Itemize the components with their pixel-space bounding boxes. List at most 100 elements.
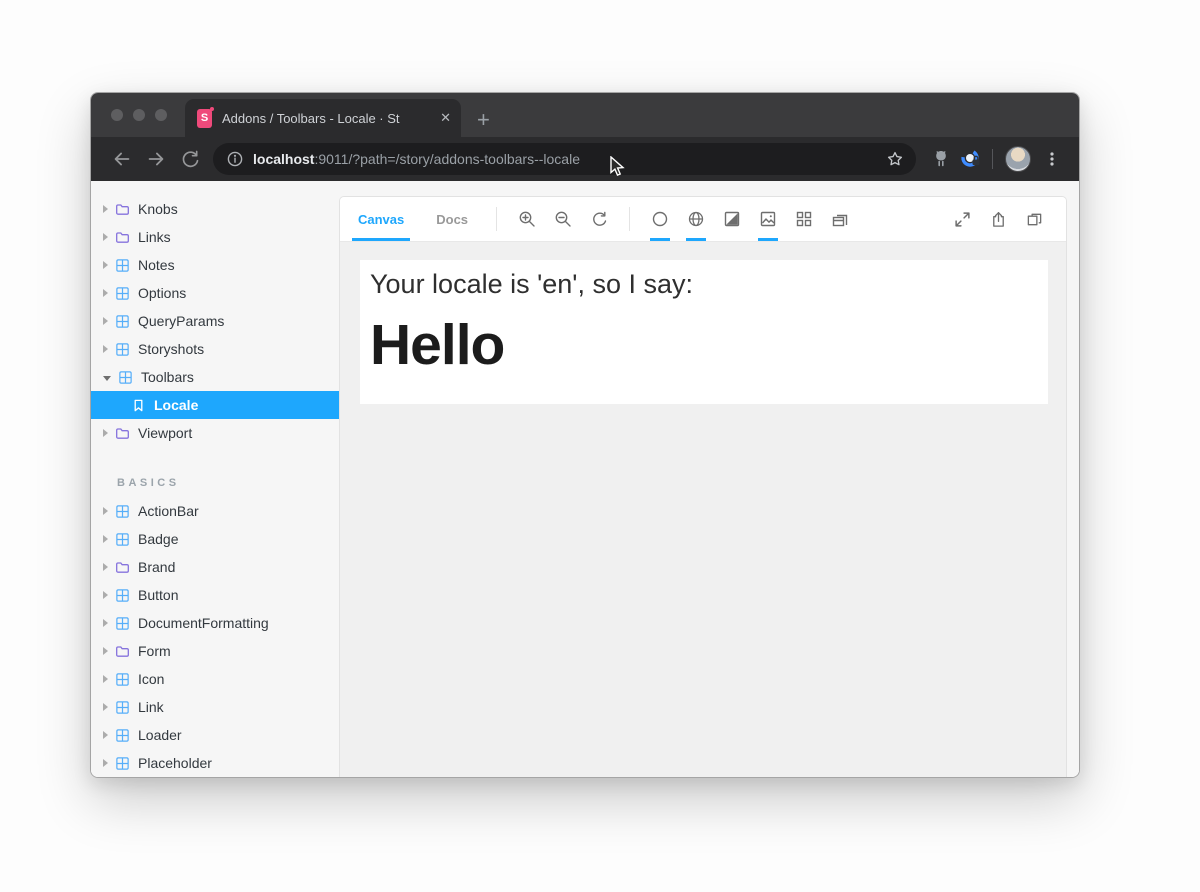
- caret-right-icon[interactable]: [103, 261, 108, 269]
- folder-icon: [115, 560, 130, 575]
- sidebar-item-options[interactable]: Options: [91, 279, 339, 307]
- component-icon: [115, 756, 130, 771]
- browser-menu-icon[interactable]: [1037, 144, 1067, 174]
- component-icon: [115, 258, 130, 273]
- component-icon: [115, 588, 130, 603]
- caret-right-icon[interactable]: [103, 759, 108, 767]
- component-icon: [118, 370, 133, 385]
- sidebar-item-loader[interactable]: Loader: [91, 721, 339, 749]
- tab-title: Addons / Toolbars - Locale · St: [222, 111, 434, 126]
- circle-tool-button[interactable]: [642, 197, 678, 241]
- storybook-app: Knobs Links Notes Options: [91, 181, 1079, 778]
- sidebar-item-storyshots[interactable]: Storyshots: [91, 335, 339, 363]
- close-window-button[interactable]: [111, 109, 123, 121]
- zoom-out-button[interactable]: [545, 197, 581, 241]
- profile-avatar[interactable]: [1005, 146, 1031, 172]
- folder-icon: [115, 644, 130, 659]
- sidebar-item-button[interactable]: Button: [91, 581, 339, 609]
- sidebar-item-queryparams[interactable]: QueryParams: [91, 307, 339, 335]
- caret-right-icon[interactable]: [103, 345, 108, 353]
- grid-toggle-button[interactable]: [786, 197, 822, 241]
- mouse-cursor: [608, 156, 628, 178]
- caret-right-icon[interactable]: [103, 675, 108, 683]
- globe-locale-button[interactable]: [678, 197, 714, 241]
- sidebar-item-icon[interactable]: Icon: [91, 665, 339, 693]
- caret-right-icon[interactable]: [103, 317, 108, 325]
- component-icon: [115, 700, 130, 715]
- browser-window: S Addons / Toolbars - Locale · St ✕ + lo…: [90, 92, 1080, 778]
- bookmark-star-icon[interactable]: [886, 150, 904, 168]
- share-button[interactable]: [980, 197, 1016, 241]
- folder-icon: [115, 426, 130, 441]
- new-tab-button[interactable]: +: [477, 109, 490, 131]
- caret-right-icon[interactable]: [103, 731, 108, 739]
- sidebar-item-brand[interactable]: Brand: [91, 553, 339, 581]
- sidebar-item-locale[interactable]: Locale: [91, 391, 339, 419]
- sidebar-item-actionbar[interactable]: ActionBar: [91, 497, 339, 525]
- address-bar[interactable]: localhost:9011/?path=/story/addons-toolb…: [213, 143, 916, 175]
- minimize-window-button[interactable]: [133, 109, 145, 121]
- story-frame: Your locale is 'en', so I say: Hello: [360, 260, 1048, 404]
- tab-docs[interactable]: Docs: [420, 197, 484, 241]
- caret-right-icon[interactable]: [103, 289, 108, 297]
- toolbar-right-group: [944, 197, 1052, 241]
- caret-right-icon[interactable]: [103, 205, 108, 213]
- sidebar-item-toolbars[interactable]: Toolbars: [91, 363, 339, 391]
- back-button[interactable]: [105, 142, 139, 176]
- sidebar-spacer: [91, 447, 339, 469]
- github-extension-icon[interactable]: [926, 144, 956, 174]
- caret-right-icon[interactable]: [103, 563, 108, 571]
- image-snapshot-button[interactable]: [750, 197, 786, 241]
- url-text: localhost:9011/?path=/story/addons-toolb…: [253, 151, 886, 167]
- windows-stack-button[interactable]: [822, 197, 858, 241]
- bookmark-icon: [131, 398, 146, 413]
- caret-right-icon[interactable]: [103, 535, 108, 543]
- sidebar-item-links[interactable]: Links: [91, 223, 339, 251]
- sidebar-item-placeholder[interactable]: Placeholder: [91, 749, 339, 777]
- browser-tab[interactable]: S Addons / Toolbars - Locale · St ✕: [185, 99, 461, 137]
- component-icon: [115, 672, 130, 687]
- sidebar-item-form[interactable]: Form: [91, 637, 339, 665]
- sidebar-section-basics: BASICS: [91, 469, 339, 497]
- sidebar-item-documentformatting[interactable]: DocumentFormatting: [91, 609, 339, 637]
- traffic-lights: [91, 93, 185, 137]
- tab-canvas[interactable]: Canvas: [342, 197, 420, 241]
- zoom-reset-button[interactable]: [581, 197, 617, 241]
- folder-icon: [115, 202, 130, 217]
- contrast-backgrounds-button[interactable]: [714, 197, 750, 241]
- component-icon: [115, 314, 130, 329]
- component-icon: [115, 342, 130, 357]
- zoom-window-button[interactable]: [155, 109, 167, 121]
- preview-panel: Canvas Docs: [339, 196, 1067, 778]
- blocker-extension-icon[interactable]: [956, 144, 986, 174]
- caret-right-icon[interactable]: [103, 647, 108, 655]
- fullscreen-button[interactable]: [944, 197, 980, 241]
- sidebar-item-notes[interactable]: Notes: [91, 251, 339, 279]
- preview-area: Canvas Docs: [339, 181, 1079, 778]
- reload-button[interactable]: [173, 142, 207, 176]
- caret-right-icon[interactable]: [103, 703, 108, 711]
- page-info-icon[interactable]: [227, 151, 243, 167]
- toolbar-separator: [496, 207, 497, 231]
- zoom-in-button[interactable]: [509, 197, 545, 241]
- caret-down-icon[interactable]: [103, 376, 111, 381]
- sidebar-item-link[interactable]: Link: [91, 693, 339, 721]
- page: S Addons / Toolbars - Locale · St ✕ + lo…: [0, 0, 1200, 892]
- copy-link-button[interactable]: [1016, 197, 1052, 241]
- sidebar-item-viewport[interactable]: Viewport: [91, 419, 339, 447]
- caret-right-icon[interactable]: [103, 591, 108, 599]
- component-icon: [115, 532, 130, 547]
- sidebar-item-badge[interactable]: Badge: [91, 525, 339, 553]
- sidebar-item-knobs[interactable]: Knobs: [91, 195, 339, 223]
- url-host: localhost: [253, 151, 314, 167]
- caret-right-icon[interactable]: [103, 429, 108, 437]
- caret-right-icon[interactable]: [103, 507, 108, 515]
- caret-right-icon[interactable]: [103, 619, 108, 627]
- tab-strip: S Addons / Toolbars - Locale · St ✕ +: [91, 93, 1079, 137]
- tab-close-icon[interactable]: ✕: [440, 110, 451, 126]
- component-icon: [115, 504, 130, 519]
- forward-button[interactable]: [139, 142, 173, 176]
- toolbar-separator: [629, 207, 630, 231]
- component-icon: [115, 728, 130, 743]
- caret-right-icon[interactable]: [103, 233, 108, 241]
